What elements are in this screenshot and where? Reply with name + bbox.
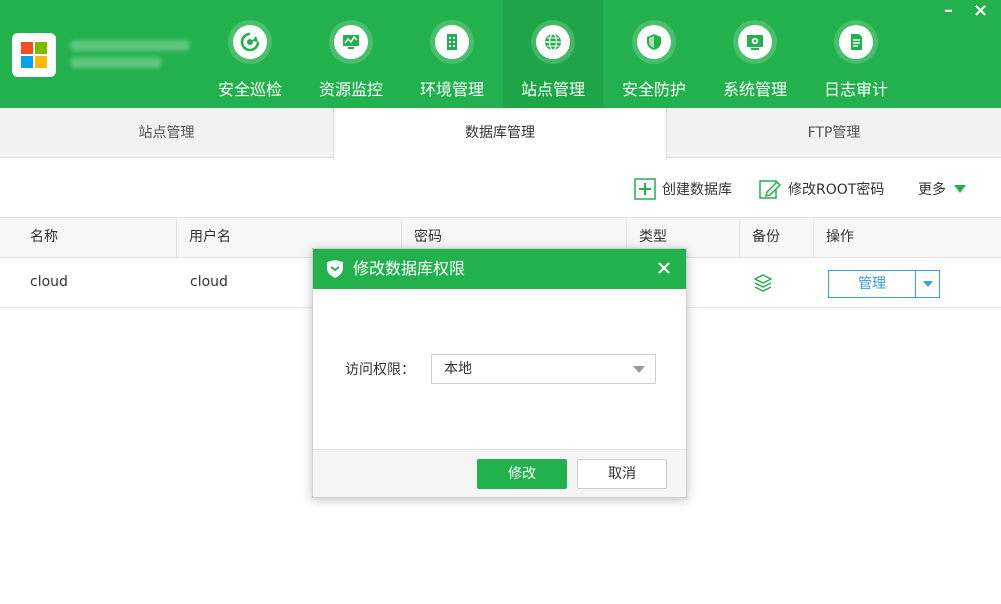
manage-button-group: 管理: [828, 270, 940, 298]
column-header-backup: 备份: [739, 218, 780, 257]
caret-down-icon: [954, 185, 966, 193]
tab-site-management[interactable]: 站点管理: [0, 108, 333, 158]
more-dropdown[interactable]: 更多: [918, 176, 966, 202]
dialog-title: 修改数据库权限: [353, 259, 466, 278]
nav-item-environment[interactable]: 环境管理: [402, 0, 502, 108]
tab-ftp-management[interactable]: FTP管理: [667, 108, 1001, 158]
manage-dropdown-toggle[interactable]: [915, 271, 939, 297]
nav-label: 站点管理: [520, 80, 585, 99]
confirm-modify-button[interactable]: 修改: [477, 459, 567, 489]
tab-database-management[interactable]: 数据库管理: [333, 108, 667, 159]
chevron-down-icon: [633, 366, 645, 373]
sub-tabs: 站点管理 数据库管理 FTP管理: [0, 108, 1001, 159]
modify-root-password-button[interactable]: 修改ROOT密码: [758, 176, 884, 202]
column-header-name: 名称: [30, 229, 58, 245]
refresh-shield-icon: [228, 20, 272, 64]
app-logo: [12, 33, 56, 77]
nav-item-site-management[interactable]: 站点管理: [503, 0, 603, 108]
access-permission-value: 本地: [444, 361, 472, 377]
building-icon: [430, 20, 474, 64]
globe-icon: [531, 20, 575, 64]
cell-name: cloud: [30, 274, 68, 290]
close-window-button[interactable]: ×: [973, 2, 988, 20]
more-label: 更多: [918, 182, 946, 198]
app-shield-icon: [327, 260, 343, 278]
nav-label: 安全巡检: [217, 80, 282, 99]
nav-item-system-management[interactable]: 系统管理: [705, 0, 805, 108]
edit-icon: [759, 180, 782, 199]
document-icon: [834, 20, 878, 64]
access-permission-label: 访问权限：: [345, 362, 415, 378]
cancel-button[interactable]: 取消: [577, 459, 667, 489]
minimize-button[interactable]: –: [944, 2, 953, 20]
top-bar: 安全巡检 资源监控 环境管理 站点管理 安全防护 系统管理 日志审计 – ×: [0, 0, 1001, 108]
shield-icon: [632, 20, 676, 64]
layers-icon[interactable]: [752, 272, 774, 294]
server-info-blurred: [70, 36, 190, 74]
column-header-actions: 操作: [813, 218, 854, 257]
nav-label: 系统管理: [722, 80, 787, 99]
nav-item-security-protection[interactable]: 安全防护: [604, 0, 704, 108]
monitor-icon: [329, 20, 373, 64]
nav-item-log-audit[interactable]: 日志审计: [806, 0, 906, 108]
modify-permission-dialog: 修改数据库权限 访问权限： 本地 修改 取消: [312, 248, 687, 498]
nav-label: 安全防护: [621, 80, 686, 99]
nav-item-resource-monitor[interactable]: 资源监控: [301, 0, 401, 108]
column-header-user: 用户名: [176, 218, 231, 257]
nav-item-security-inspection[interactable]: 安全巡检: [200, 0, 300, 108]
dialog-footer: 修改 取消: [313, 449, 686, 497]
settings-icon: [733, 20, 777, 64]
modify-root-password-label: 修改ROOT密码: [788, 182, 885, 198]
nav-label: 日志审计: [823, 80, 888, 99]
dialog-header: 修改数据库权限: [313, 249, 686, 289]
create-database-button[interactable]: 创建数据库: [634, 176, 732, 202]
nav-label: 环境管理: [419, 80, 484, 99]
close-icon[interactable]: [654, 258, 674, 278]
caret-down-icon: [922, 281, 933, 287]
app-window: 安全巡检 资源监控 环境管理 站点管理 安全防护 系统管理 日志审计 – × 站…: [0, 0, 1001, 604]
manage-button[interactable]: 管理: [829, 271, 915, 297]
nav-label: 资源监控: [318, 80, 383, 99]
create-database-label: 创建数据库: [662, 182, 732, 198]
plus-icon: [634, 178, 656, 200]
cell-user: cloud: [190, 274, 228, 290]
access-permission-select[interactable]: 本地: [431, 354, 656, 384]
